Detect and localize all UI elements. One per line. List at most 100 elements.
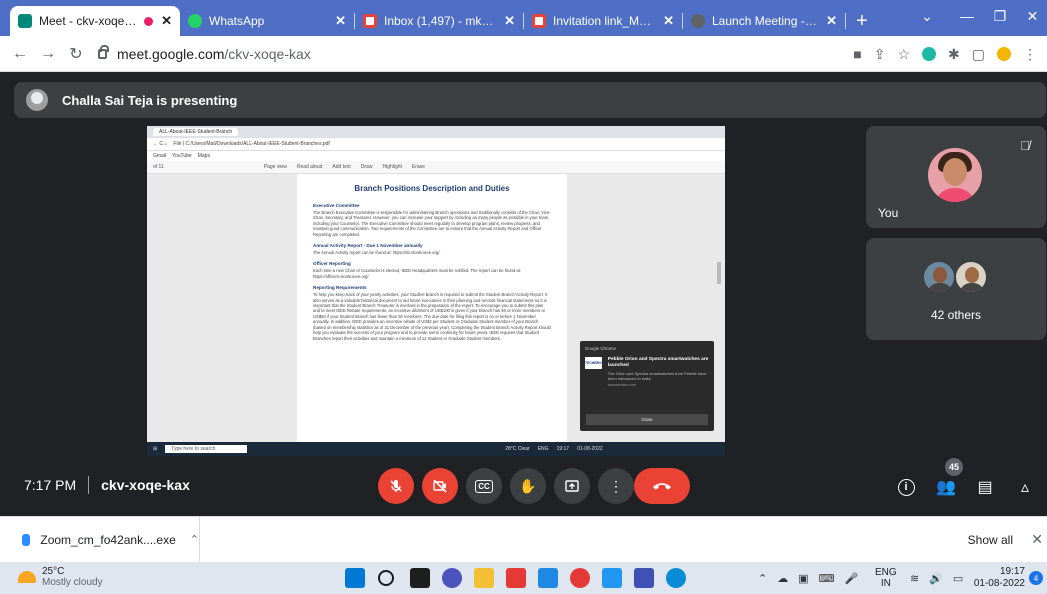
pdf-heading: Reporting Requirements: [313, 285, 367, 291]
mic-off-button[interactable]: [378, 468, 414, 504]
camera-in-use-icon[interactable]: ■: [853, 46, 861, 62]
file-explorer-icon[interactable]: [474, 568, 494, 588]
photos-icon[interactable]: [634, 568, 654, 588]
extensions-puzzle-icon[interactable]: ✱: [948, 46, 960, 63]
meeting-details-button[interactable]: i: [893, 474, 919, 500]
shared-url: File | C:/Users/Mali/Downloads/ALL-About…: [173, 141, 330, 147]
camera-off-icon: [433, 479, 447, 493]
weather-widget[interactable]: 25°C Mostly cloudy: [18, 566, 103, 588]
shared-bookmarks: Gmail YouTube Maps: [147, 151, 725, 161]
volume-icon[interactable]: 🔊: [929, 572, 943, 585]
tab-search-chevron-icon[interactable]: ⌄: [912, 0, 942, 32]
shared-start-icon: ⊞: [153, 446, 158, 452]
pdf-tool: Draw: [360, 164, 373, 170]
chrome-icon[interactable]: [570, 568, 590, 588]
meeting-code: ckv-xoqe-kax: [101, 477, 190, 493]
pdf-scrollbar: [717, 262, 721, 284]
notification-app: Google Chrome: [585, 346, 616, 351]
close-tab-icon[interactable]: ✕: [663, 13, 674, 29]
chevron-up-icon[interactable]: ⌃: [190, 533, 199, 546]
url-field[interactable]: meet.google.com/ckv-xoqe-kax: [98, 44, 311, 62]
notification-count-badge[interactable]: 4: [1029, 571, 1043, 585]
close-tab-icon[interactable]: ✕: [826, 13, 837, 29]
back-arrow-icon[interactable]: ←: [6, 45, 34, 63]
system-tray: ⌃ ☁ ▣ ⌨ 🎤: [758, 562, 858, 594]
task-view-icon[interactable]: [410, 568, 430, 588]
pdf-heading: Annual Activity Report - Due 1 November …: [313, 243, 423, 249]
weather-description: Mostly cloudy: [42, 577, 103, 588]
self-tile[interactable]: 🎙̸ You: [866, 126, 1046, 228]
bookmark-star-icon[interactable]: ☆: [897, 46, 910, 63]
show-all-downloads-button[interactable]: Show all: [968, 533, 1013, 547]
pdf-paragraph: The Annual Activity report can be found …: [313, 250, 441, 256]
people-button[interactable]: 👥: [933, 474, 959, 500]
camera-off-button[interactable]: [422, 468, 458, 504]
teams-chat-icon[interactable]: [442, 568, 462, 588]
tab-gmail-inbox[interactable]: Inbox (1,497) - mkathyaya ✕: [355, 6, 523, 36]
menu-kebab-icon[interactable]: ⋮: [1023, 46, 1037, 63]
vscode-icon[interactable]: [602, 568, 622, 588]
restore-icon[interactable]: ❐: [985, 0, 1015, 32]
leave-call-button[interactable]: [634, 468, 690, 504]
store-icon[interactable]: [506, 568, 526, 588]
battery-icon[interactable]: ▭: [953, 572, 963, 585]
raise-hand-button[interactable]: ✋: [510, 468, 546, 504]
pdf-paragraph: To help you keep track of your yearly ac…: [313, 292, 551, 341]
search-icon[interactable]: [378, 570, 394, 586]
extension-icon[interactable]: [922, 47, 937, 61]
outlook-icon[interactable]: [538, 568, 558, 588]
participant-avatar: [954, 260, 988, 294]
chrome-notification: Google Chrome TECHBRO Pebble Orion and S…: [580, 341, 714, 431]
tab-title: Launch Meeting - Zoom: [712, 14, 818, 28]
language-indicator[interactable]: ENG IN: [875, 567, 897, 589]
notification-body: The Orion and Spectra smartwatches from …: [607, 370, 707, 381]
close-tab-icon[interactable]: ✕: [504, 13, 515, 29]
bookmark-gmail: Gmail: [153, 153, 167, 159]
gmail-favicon-icon: [363, 14, 377, 28]
techbro-logo: TECHBRO: [585, 357, 602, 369]
forward-arrow-icon[interactable]: →: [34, 45, 62, 63]
tab-whatsapp[interactable]: WhatsApp ✕: [180, 6, 354, 36]
close-window-icon[interactable]: ✕: [1018, 0, 1047, 32]
tab-zoom[interactable]: Launch Meeting - Zoom ✕: [683, 6, 845, 36]
tab-gmail-invitation[interactable]: Invitation link_MV24 // D ✕: [524, 6, 682, 36]
shared-address-bar: ← C ⌂ File | C:/Users/Mali/Downloads/ALL…: [147, 138, 725, 151]
minimize-icon[interactable]: —: [952, 0, 982, 32]
shared-lang: ENG: [537, 446, 549, 452]
show-hidden-icons-chevron-icon[interactable]: ⌃: [758, 572, 767, 585]
close-shelf-icon[interactable]: ✕: [1031, 531, 1043, 548]
pdf-heading: Officer Reporting: [313, 261, 351, 267]
url-path: /ckv-xoqe-kax: [224, 45, 311, 62]
shared-nav-icon: ← C ⌂: [153, 141, 168, 147]
browser-tab-strip: Meet - ckv-xoqe-kax ✕ WhatsApp ✕ Inbox (…: [0, 0, 1047, 36]
close-tab-icon[interactable]: ✕: [161, 13, 172, 29]
pdf-heading: Executive Committee: [313, 203, 360, 208]
reload-icon[interactable]: ↻: [62, 44, 90, 64]
chat-button[interactable]: ▤: [972, 474, 998, 500]
shared-search-box: Type here to search: [165, 445, 248, 453]
side-panel-icon[interactable]: ▢: [972, 46, 985, 63]
download-item[interactable]: Zoom_cm_fo42ank....exe ⌃: [0, 516, 200, 563]
notification-content: TECHBRO Pebble Orion and Spectra smartwa…: [585, 357, 709, 387]
more-options-button[interactable]: ⋮: [598, 468, 634, 504]
new-tab-button[interactable]: +: [846, 6, 878, 36]
profile-avatar[interactable]: [997, 47, 1011, 61]
microphone-icon[interactable]: 🎤: [845, 572, 859, 585]
share-icon[interactable]: ⇪: [874, 46, 886, 63]
app-tray-icon[interactable]: ▣: [798, 572, 808, 585]
activities-button[interactable]: ▵: [1012, 474, 1038, 500]
close-tab-icon[interactable]: ✕: [335, 13, 346, 29]
windows-start-icon[interactable]: [345, 568, 365, 588]
pdf-tool: Page view: [263, 164, 287, 170]
clock-date: 01-08-2022: [973, 578, 1025, 589]
tab-meet[interactable]: Meet - ckv-xoqe-kax ✕: [10, 6, 180, 36]
present-button[interactable]: [554, 468, 590, 504]
keyboard-icon[interactable]: ⌨: [819, 572, 835, 585]
meeting-time: 7:17 PM: [24, 477, 77, 493]
others-tile[interactable]: 42 others: [866, 238, 1046, 340]
edge-icon[interactable]: [666, 568, 686, 588]
captions-button[interactable]: CC: [466, 468, 502, 504]
onedrive-icon[interactable]: ☁: [777, 572, 788, 585]
taskbar-clock[interactable]: 19:17 01-08-2022: [974, 566, 1025, 590]
wifi-icon[interactable]: ≋: [910, 572, 919, 585]
